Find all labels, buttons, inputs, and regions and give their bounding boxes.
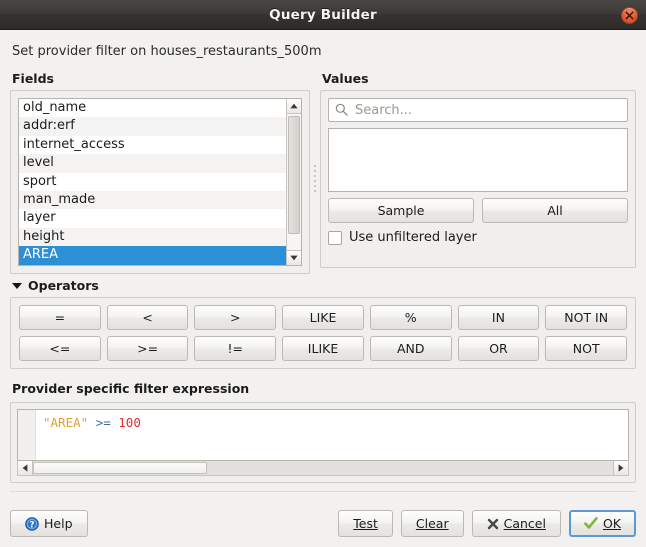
use-unfiltered-layer-label[interactable]: Use unfiltered layer: [349, 230, 477, 245]
list-item[interactable]: sport: [19, 173, 286, 191]
use-unfiltered-layer-checkbox[interactable]: [328, 231, 342, 245]
scroll-up-icon[interactable]: [287, 99, 301, 114]
sample-button[interactable]: Sample: [328, 198, 474, 223]
editor-gutter: [18, 410, 36, 460]
operators-panel: = < > LIKE % IN NOT IN <= >= != ILIKE AN…: [10, 297, 636, 369]
fields-title: Fields: [12, 71, 310, 86]
query-builder-dialog: Query Builder Set provider filter on hou…: [0, 0, 646, 547]
list-item[interactable]: layer: [19, 209, 286, 227]
cancel-button-label: Cancel: [504, 516, 546, 531]
list-item[interactable]: old_name: [19, 99, 286, 117]
help-button-label: Help: [44, 516, 73, 531]
expression-token-field: "AREA": [43, 415, 88, 430]
title-bar: Query Builder: [0, 0, 646, 30]
panel-splitter[interactable]: [310, 89, 320, 268]
close-icon[interactable]: [621, 7, 638, 24]
clear-button[interactable]: Clear: [401, 510, 464, 537]
dialog-content: Set provider filter on houses_restaurant…: [0, 30, 646, 502]
expression-title: Provider specific filter expression: [12, 381, 636, 396]
operator-button-ilike[interactable]: ILIKE: [282, 336, 364, 361]
list-item[interactable]: height: [19, 228, 286, 246]
search-icon: [335, 101, 348, 120]
fields-values-area: Fields old_name addr:erf internet_access…: [10, 71, 636, 268]
test-button-label: Test: [353, 516, 378, 531]
expression-token-operator: >=: [96, 415, 111, 430]
help-button[interactable]: ? Help: [10, 510, 88, 537]
hscrollbar-track[interactable]: [33, 461, 613, 475]
window-title: Query Builder: [269, 7, 377, 23]
scrollbar-thumb[interactable]: [288, 116, 300, 234]
splitter-grip-icon: [314, 165, 316, 192]
list-item[interactable]: level: [19, 154, 286, 172]
operator-button-greater-equal[interactable]: >=: [107, 336, 189, 361]
operators-row-2: <= >= != ILIKE AND OR NOT: [19, 336, 627, 361]
dialog-footer: ? Help Test Clear Cancel: [0, 502, 646, 547]
values-buttons: Sample All: [328, 198, 628, 223]
expression-token-number: 100: [118, 415, 141, 430]
cancel-button[interactable]: Cancel: [472, 510, 561, 537]
ok-button-label: OK: [603, 516, 621, 531]
search-input[interactable]: Search...: [355, 103, 412, 118]
operator-button-or[interactable]: OR: [458, 336, 540, 361]
fields-listbox[interactable]: old_name addr:erf internet_access level …: [18, 98, 302, 266]
values-search-box[interactable]: Search...: [328, 98, 628, 122]
fields-panel: old_name addr:erf internet_access level …: [10, 90, 310, 274]
help-icon: ?: [25, 517, 39, 531]
expression-editor[interactable]: "AREA" >= 100: [17, 409, 629, 461]
operator-button-greater[interactable]: >: [194, 305, 276, 330]
check-icon: [584, 517, 598, 530]
provider-filter-label: Set provider filter on houses_restaurant…: [12, 44, 636, 59]
chevron-down-icon[interactable]: [12, 283, 22, 289]
operator-button-less[interactable]: <: [107, 305, 189, 330]
operator-button-percent[interactable]: %: [370, 305, 452, 330]
list-item[interactable]: addr:erf: [19, 117, 286, 135]
svg-text:?: ?: [30, 520, 35, 530]
fields-vertical-scrollbar[interactable]: [286, 99, 301, 265]
list-item[interactable]: internet_access: [19, 136, 286, 154]
operator-button-in[interactable]: IN: [458, 305, 540, 330]
operator-button-and[interactable]: AND: [370, 336, 452, 361]
operator-button-less-equal[interactable]: <=: [19, 336, 101, 361]
footer-separator: [10, 491, 636, 492]
expression-panel: "AREA" >= 100: [10, 402, 636, 483]
use-unfiltered-layer-row[interactable]: Use unfiltered layer: [328, 230, 628, 245]
ok-button[interactable]: OK: [569, 510, 636, 537]
scroll-down-icon[interactable]: [287, 250, 301, 265]
all-button[interactable]: All: [482, 198, 628, 223]
expression-text[interactable]: "AREA" >= 100: [36, 410, 628, 460]
scroll-right-icon[interactable]: [613, 461, 628, 475]
values-title: Values: [322, 71, 636, 86]
values-column: Values Search... Sample: [320, 71, 636, 268]
operator-button-equals[interactable]: =: [19, 305, 101, 330]
list-item[interactable]: man_made: [19, 191, 286, 209]
operator-button-like[interactable]: LIKE: [282, 305, 364, 330]
scroll-left-icon[interactable]: [18, 461, 33, 475]
fields-column: Fields old_name addr:erf internet_access…: [10, 71, 310, 268]
list-item-selected[interactable]: AREA: [19, 246, 286, 264]
expression-horizontal-scrollbar[interactable]: [17, 461, 629, 476]
operator-button-not-equal[interactable]: !=: [194, 336, 276, 361]
operator-button-not[interactable]: NOT: [545, 336, 627, 361]
operator-button-not-in[interactable]: NOT IN: [545, 305, 627, 330]
cancel-icon: [487, 518, 499, 530]
clear-button-label: Clear: [416, 516, 449, 531]
operators-group-header[interactable]: Operators: [12, 278, 636, 293]
test-button[interactable]: Test: [338, 510, 393, 537]
hscrollbar-thumb[interactable]: [33, 462, 207, 474]
values-listbox[interactable]: [328, 128, 628, 192]
operators-row-1: = < > LIKE % IN NOT IN: [19, 305, 627, 330]
operators-title: Operators: [28, 278, 99, 293]
fields-list[interactable]: old_name addr:erf internet_access level …: [19, 99, 286, 265]
values-panel: Search... Sample All Use unfiltered laye…: [320, 90, 636, 268]
scrollbar-track[interactable]: [287, 114, 301, 250]
